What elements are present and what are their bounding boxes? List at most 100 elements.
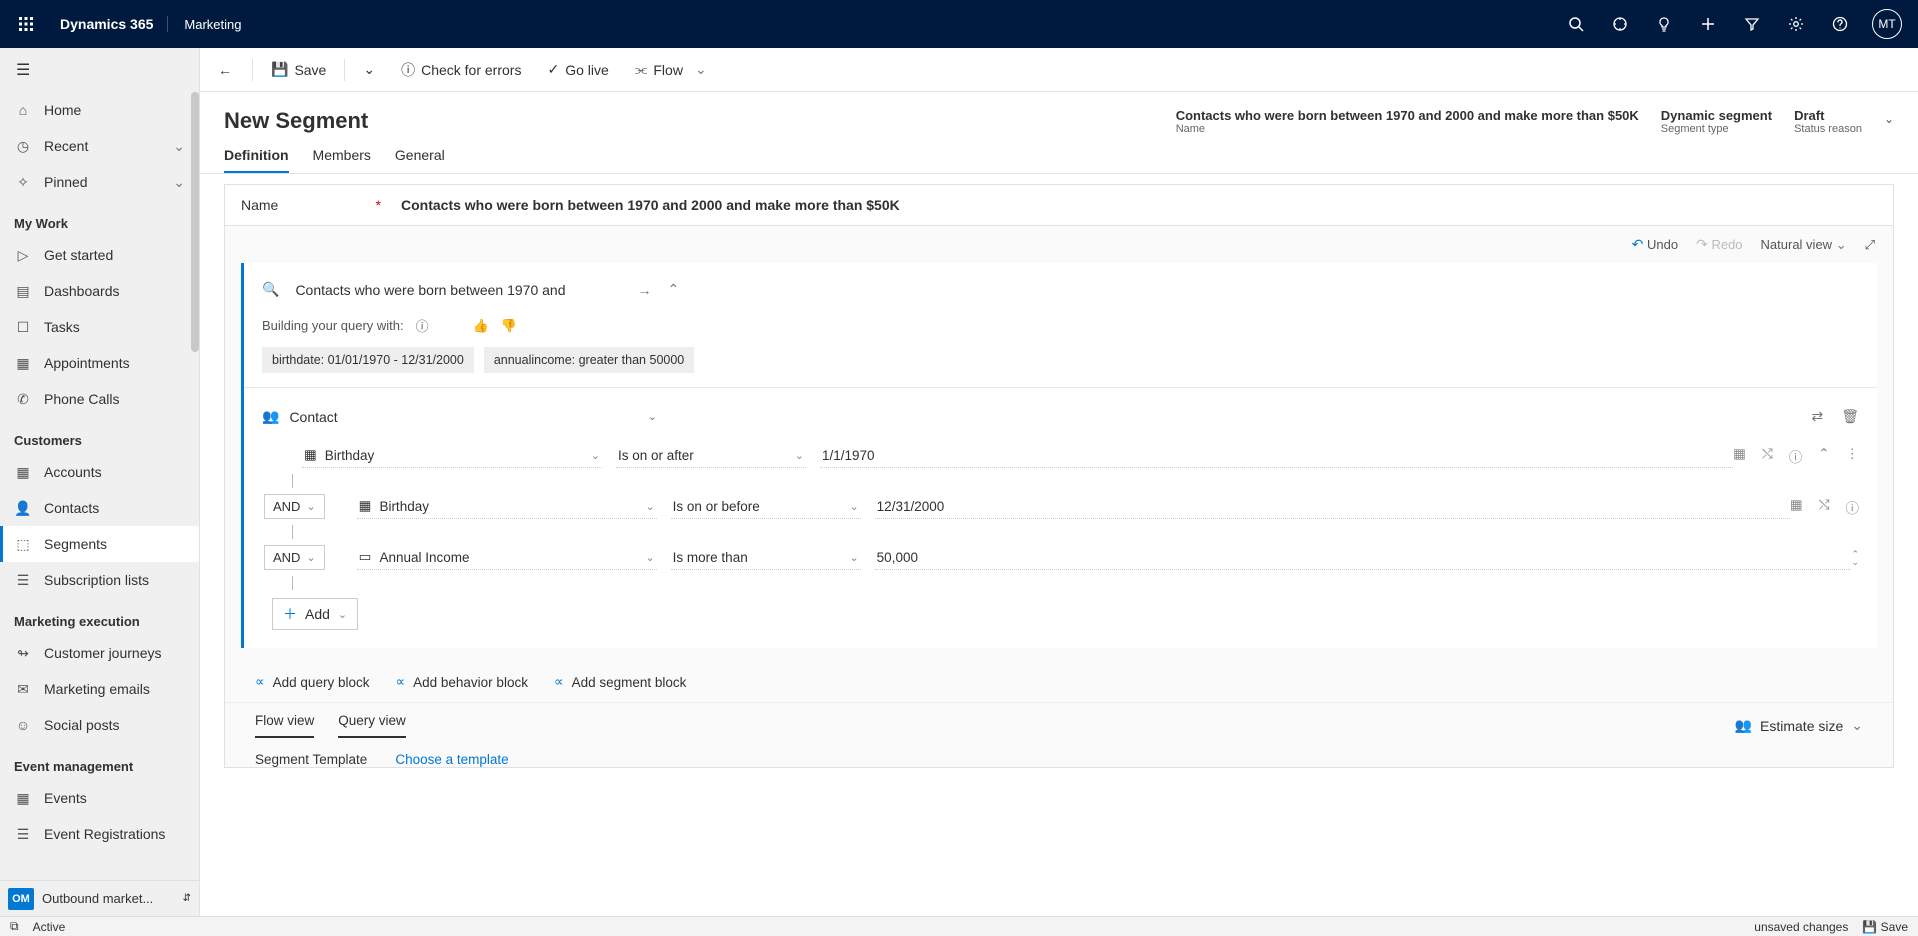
chevron-down-icon[interactable]: ⌄ [795, 449, 804, 462]
entity-name[interactable]: Contact [289, 409, 337, 425]
nav-events[interactable]: ▦Events [0, 780, 199, 816]
chevron-down-icon[interactable]: ⌄ [591, 449, 600, 462]
dashboard-icon: ▤ [14, 283, 32, 300]
value-input[interactable]: 50,000 [875, 546, 1852, 570]
plus-icon[interactable] [1686, 15, 1730, 33]
nav-accounts[interactable]: ▦Accounts [0, 454, 199, 490]
field-name[interactable]: Annual Income [379, 550, 469, 565]
redo-button[interactable]: ↷ Redo [1696, 236, 1742, 253]
calendar-icon[interactable]: ▦ [1733, 446, 1746, 466]
nav-marketing-emails[interactable]: ✉Marketing emails [0, 671, 199, 707]
search-icon[interactable] [1554, 15, 1598, 33]
area-badge: OM [8, 888, 34, 910]
apply-suggestion-icon[interactable]: → [638, 282, 652, 298]
collapse-icon[interactable]: ⌃ [668, 281, 680, 298]
query-view-tab[interactable]: Query view [338, 713, 406, 738]
nav-pinned[interactable]: ✧Pinned⌄ [0, 164, 199, 200]
collapse-icon[interactable]: ⌃ [1818, 446, 1829, 466]
nav-label: Customer journeys [44, 645, 162, 661]
nav-tasks[interactable]: ☐Tasks [0, 309, 199, 345]
brand-label[interactable]: Dynamics 365 [46, 16, 168, 32]
expand-icon[interactable]: ⤢ [1865, 237, 1875, 253]
app-launcher-icon[interactable] [6, 15, 46, 33]
back-button[interactable]: ← [210, 56, 242, 84]
nav-social-posts[interactable]: ☺Social posts [0, 707, 199, 743]
label: Add behavior block [413, 675, 528, 690]
chevron-down-icon[interactable]: ⌄ [645, 551, 654, 564]
header-expand-icon[interactable]: ⌄ [1884, 108, 1894, 126]
nav-customer-journeys[interactable]: ↬Customer journeys [0, 635, 199, 671]
thumbs-down-icon[interactable]: 👎 [501, 318, 517, 334]
info-icon[interactable]: ⓘ [1789, 446, 1803, 466]
and-operator[interactable]: AND⌄ [264, 494, 325, 519]
popout-icon[interactable]: ⧉ [10, 919, 19, 934]
check-errors-button[interactable]: ⓘCheck for errors [393, 54, 529, 86]
nav-contacts[interactable]: 👤Contacts [0, 490, 199, 526]
more-icon[interactable]: ⋮ [1846, 446, 1860, 466]
sidebar-scrollbar[interactable] [191, 92, 199, 352]
choose-template-link[interactable]: Choose a template [395, 752, 508, 767]
add-segment-block-button[interactable]: ∝Add segment block [554, 674, 686, 690]
nav-segments[interactable]: ⬚Segments [0, 526, 199, 562]
info-icon[interactable]: ⓘ [1846, 497, 1860, 517]
flow-view-tab[interactable]: Flow view [255, 713, 314, 738]
undo-button[interactable]: ↶ Undo [1632, 236, 1678, 253]
user-avatar[interactable]: MT [1872, 9, 1902, 39]
entity-dropdown-icon[interactable]: ⌄ [648, 410, 657, 423]
add-query-block-button[interactable]: ∝Add query block [255, 674, 369, 690]
name-value[interactable]: Contacts who were born between 1970 and … [401, 197, 900, 213]
go-live-button[interactable]: ✓Go live [539, 55, 616, 84]
thumbs-up-icon[interactable]: 👍 [473, 318, 489, 334]
hamburger-icon[interactable]: ☰ [0, 48, 199, 92]
nav-home[interactable]: ⌂Home [0, 92, 199, 128]
value-input[interactable]: 1/1/1970 [820, 444, 1733, 468]
view-switch[interactable]: Natural view ⌄ [1761, 237, 1847, 253]
nav-dashboards[interactable]: ▤Dashboards [0, 273, 199, 309]
area-label[interactable]: Marketing [168, 17, 257, 32]
save-dropdown[interactable]: ⌄ [355, 55, 383, 84]
target-icon[interactable] [1598, 15, 1642, 33]
nav-event-registrations[interactable]: ☰Event Registrations [0, 816, 199, 852]
area-switcher[interactable]: OM Outbound market... ⇵ [0, 880, 199, 916]
chip-birthdate[interactable]: birthdate: 01/01/1970 - 12/31/2000 [262, 347, 474, 373]
chevron-down-icon[interactable]: ⌄ [645, 500, 654, 513]
chevron-down-icon[interactable]: ⌄ [849, 500, 858, 513]
help-icon[interactable] [1818, 15, 1862, 33]
field-name[interactable]: Birthday [325, 448, 375, 463]
add-behavior-block-button[interactable]: ∝Add behavior block [395, 674, 527, 690]
flow-button[interactable]: ⫘Flow⌄ [627, 55, 715, 84]
add-condition-button[interactable]: ＋ Add ⌄ [272, 598, 358, 630]
save-button[interactable]: 💾Save [263, 55, 334, 84]
share-icon[interactable]: ⇄ [1811, 408, 1823, 425]
operator[interactable]: Is on or before [673, 499, 760, 514]
tab-members[interactable]: Members [313, 147, 371, 173]
tab-definition[interactable]: Definition [224, 147, 289, 173]
shuffle-icon[interactable]: ⤭ [1819, 497, 1830, 517]
page-title: New Segment [224, 108, 368, 134]
info-icon[interactable]: ⓘ [416, 316, 429, 335]
nav-recent[interactable]: ◷Recent⌄ [0, 128, 199, 164]
shuffle-icon[interactable]: ⤭ [1762, 446, 1773, 466]
and-operator[interactable]: AND⌄ [264, 545, 325, 570]
calendar-icon[interactable]: ▦ [1790, 497, 1803, 517]
nl-suggestion-text[interactable]: Contacts who were born between 1970 and [295, 282, 565, 298]
nav-get-started[interactable]: ▷Get started [0, 237, 199, 273]
operator[interactable]: Is on or after [618, 448, 694, 463]
value-input[interactable]: 12/31/2000 [875, 495, 1790, 519]
tab-general[interactable]: General [395, 147, 445, 173]
nav-phone-calls[interactable]: ✆Phone Calls [0, 381, 199, 417]
estimate-size-button[interactable]: 👥Estimate size⌄ [1735, 717, 1863, 734]
lightbulb-icon[interactable] [1642, 15, 1686, 33]
gear-icon[interactable] [1774, 15, 1818, 33]
filter-icon[interactable] [1730, 15, 1774, 33]
delete-icon[interactable]: 🗑 [1841, 408, 1859, 425]
save-status-button[interactable]: 💾 Save [1862, 920, 1908, 934]
nav-appointments[interactable]: ▦Appointments [0, 345, 199, 381]
chip-income[interactable]: annualincome: greater than 50000 [484, 347, 694, 373]
field-name[interactable]: Birthday [379, 499, 429, 514]
name-field-row: Name * Contacts who were born between 19… [224, 184, 1894, 226]
operator[interactable]: Is more than [673, 550, 748, 565]
nav-subscription-lists[interactable]: ☰Subscription lists [0, 562, 199, 598]
stepper-icon[interactable]: ⌃⌄ [1851, 550, 1859, 566]
chevron-down-icon[interactable]: ⌄ [849, 551, 858, 564]
